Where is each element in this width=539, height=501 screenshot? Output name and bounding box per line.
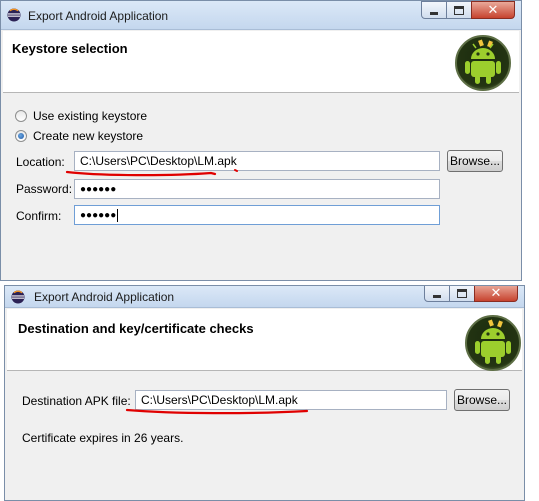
android-logo-icon — [455, 35, 511, 91]
page-title: Destination and key/certificate checks — [18, 321, 254, 336]
minimize-icon — [430, 11, 438, 15]
window-title: Export Android Application — [34, 290, 175, 304]
window-title: Export Android Application — [28, 9, 169, 23]
radio-create-new-keystore[interactable]: Create new keystore — [15, 129, 143, 143]
certificate-expiry-text: Certificate expires in 26 years. — [22, 431, 184, 445]
title-bar[interactable]: Export Android Application ✕ — [5, 286, 524, 308]
title-bar[interactable]: Export Android Application ✕ — [1, 1, 521, 30]
maximize-button[interactable] — [449, 286, 475, 302]
radio-label: Create new keystore — [33, 129, 144, 143]
radio-use-existing-keystore[interactable]: Use existing keystore — [15, 109, 147, 123]
maximize-icon — [457, 288, 467, 298]
wizard-header: Keystore selection — [3, 31, 519, 93]
password-value: ●●●●●● — [80, 183, 117, 195]
confirm-field[interactable]: ●●●●●● — [74, 205, 440, 225]
maximize-icon — [454, 5, 464, 15]
radio-button[interactable] — [15, 110, 27, 122]
radio-button-checked[interactable] — [15, 130, 27, 142]
export-dialog-keystore: Export Android Application ✕ Keystore se… — [0, 0, 522, 281]
minimize-button[interactable] — [421, 1, 447, 19]
red-annotation-underline — [125, 408, 309, 415]
minimize-icon — [433, 294, 441, 298]
close-button[interactable]: ✕ — [474, 285, 518, 302]
eclipse-app-icon — [11, 290, 25, 304]
password-field[interactable]: ●●●●●● — [74, 179, 440, 199]
browse-button[interactable]: Browse... — [454, 389, 510, 411]
password-label: Password: — [16, 182, 73, 196]
page-title: Keystore selection — [12, 41, 128, 56]
android-logo-icon — [465, 315, 521, 371]
red-annotation-underline — [65, 169, 238, 177]
close-button[interactable]: ✕ — [471, 1, 515, 19]
close-icon: ✕ — [487, 2, 499, 18]
confirm-value: ●●●●●● — [80, 209, 117, 221]
minimize-button[interactable] — [424, 286, 450, 302]
close-icon: ✕ — [490, 285, 502, 301]
maximize-button[interactable] — [446, 1, 472, 19]
confirm-label: Confirm: — [16, 209, 62, 223]
export-dialog-destination: Export Android Application ✕ Destination… — [4, 285, 525, 501]
radio-label: Use existing keystore — [33, 109, 148, 123]
location-label: Location: — [16, 155, 65, 169]
wizard-header: Destination and key/certificate checks — [7, 309, 522, 371]
text-caret — [117, 208, 119, 222]
browse-button[interactable]: Browse... — [447, 150, 503, 172]
destination-apk-label: Destination APK file: — [22, 394, 131, 408]
eclipse-app-icon — [7, 8, 21, 22]
